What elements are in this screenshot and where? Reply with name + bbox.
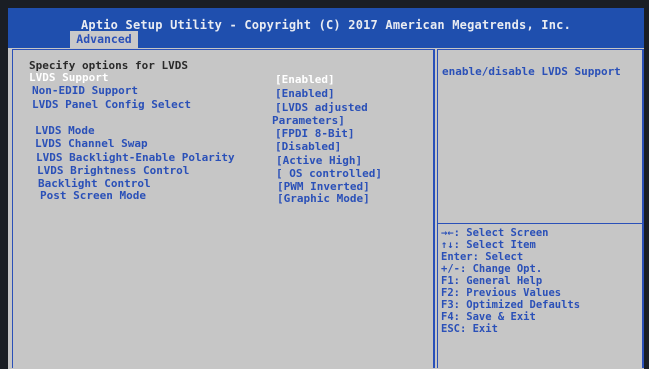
tab-advanced[interactable]: Advanced <box>70 31 138 48</box>
setting-label-brightness-control[interactable]: LVDS Brightness Control <box>37 164 189 177</box>
setting-value-non-edid-support[interactable]: [Enabled] <box>275 87 335 100</box>
setting-value-brightness-control[interactable]: [ OS controlled] <box>276 167 382 180</box>
setting-value-backlight-enable-polarity[interactable]: [Active High] <box>276 154 362 167</box>
setting-label-lvds-panel-config[interactable]: LVDS Panel Config Select <box>32 98 191 111</box>
setting-value-lvds-panel-config-cont: Parameters] <box>272 114 345 127</box>
key-hint-esc-exit: ESC: Exit <box>441 323 498 335</box>
setting-value-lvds-support[interactable]: [Enabled] <box>275 73 335 86</box>
setting-value-lvds-panel-config[interactable]: [LVDS adjusted <box>275 101 368 114</box>
header-bar: Aptio Setup Utility - Copyright (C) 2017… <box>8 8 644 48</box>
setting-value-lvds-mode[interactable]: [FPDI 8-Bit] <box>275 127 354 140</box>
help-frame: enable/disable LVDS Support →←: Select S… <box>437 49 644 368</box>
setting-label-non-edid-support[interactable]: Non-EDID Support <box>32 84 138 97</box>
setting-label-post-screen-mode[interactable]: Post Screen Mode <box>40 189 146 202</box>
setting-value-lvds-channel-swap[interactable]: [Disabled] <box>275 140 341 153</box>
content-panel: Specify options for LVDS LVDS Support [E… <box>8 48 644 369</box>
setting-label-lvds-support[interactable]: LVDS Support <box>29 71 108 84</box>
setting-value-post-screen-mode[interactable]: [Graphic Mode] <box>277 192 370 205</box>
app-title: Aptio Setup Utility - Copyright (C) 2017… <box>80 18 572 32</box>
setting-label-backlight-enable-polarity[interactable]: LVDS Backlight-Enable Polarity <box>36 151 235 164</box>
setting-label-lvds-mode[interactable]: LVDS Mode <box>35 124 95 137</box>
settings-frame: Specify options for LVDS LVDS Support [E… <box>12 49 435 368</box>
help-text: enable/disable LVDS Support <box>442 65 621 78</box>
help-divider <box>438 223 642 224</box>
bios-screen: Aptio Setup Utility - Copyright (C) 2017… <box>0 0 649 369</box>
setting-label-lvds-channel-swap[interactable]: LVDS Channel Swap <box>35 137 148 150</box>
